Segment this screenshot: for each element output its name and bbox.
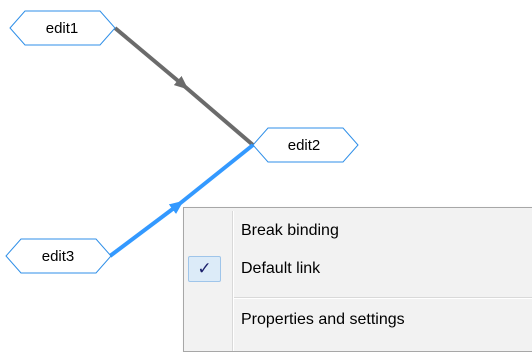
link-edit1-to-edit2[interactable] — [113, 26, 255, 147]
menu-item-properties-and-settings-label: Properties and settings — [241, 311, 405, 328]
node-edit3-label: edit3 — [42, 248, 75, 265]
link-context-menu: Break binding ✓ Default link Properties … — [183, 207, 532, 352]
menu-item-default-link-label: Default link — [241, 260, 321, 277]
node-edit2-label: edit2 — [288, 137, 321, 154]
menu-item-break-binding[interactable]: Break binding — [184, 215, 532, 247]
menu-item-default-link[interactable]: ✓ Default link — [184, 253, 532, 285]
checkmark-icon: ✓ — [197, 259, 212, 279]
checked-indicator: ✓ — [188, 256, 221, 282]
menu-item-break-binding-label: Break binding — [241, 222, 339, 239]
menu-item-properties-and-settings[interactable]: Properties and settings — [184, 304, 532, 336]
node-edit3[interactable]: edit3 — [5, 238, 112, 274]
node-edit2[interactable]: edit2 — [252, 127, 359, 163]
menu-separator — [234, 297, 532, 299]
node-edit1-label: edit1 — [46, 20, 79, 37]
node-edit1[interactable]: edit1 — [9, 10, 116, 46]
